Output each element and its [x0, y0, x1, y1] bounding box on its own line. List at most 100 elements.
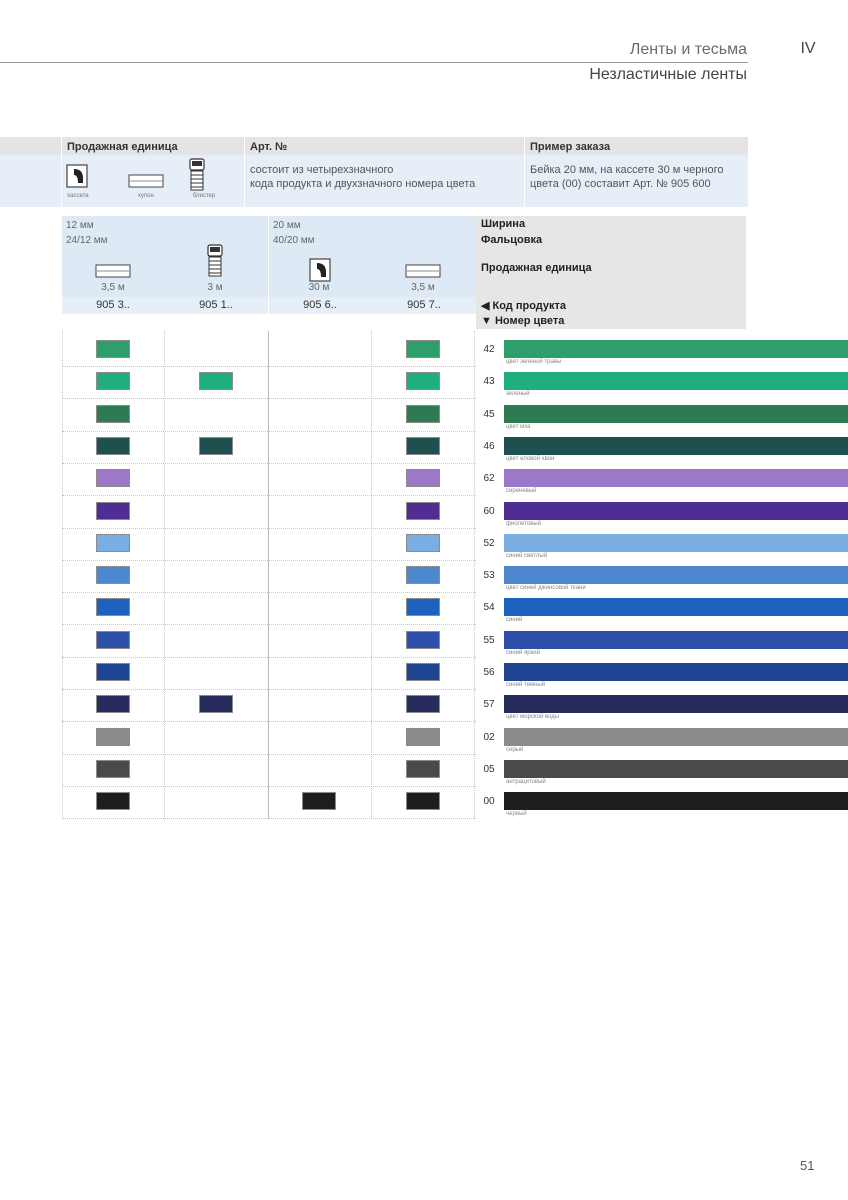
- row-separator: [62, 624, 476, 625]
- order-example-2: цвета (00) составит Арт. № 905 600: [530, 178, 711, 190]
- color-number: 43: [483, 376, 495, 387]
- color-swatch: [406, 631, 440, 649]
- color-swatch: [406, 663, 440, 681]
- color-bar: [504, 598, 848, 616]
- blister-icon: [188, 158, 206, 197]
- color-name: синий темный: [506, 682, 546, 688]
- color-swatch: [406, 566, 440, 584]
- grid-line: [474, 331, 475, 819]
- color-name: зеленый: [506, 391, 530, 397]
- color-swatch: [406, 695, 440, 713]
- length-label: 3,5 м: [101, 282, 125, 293]
- color-bar: [504, 695, 848, 713]
- color-bar: [504, 663, 848, 681]
- color-swatch: [96, 598, 130, 616]
- legend-color-number: ▼ Номер цвета: [481, 315, 565, 327]
- color-bar: [504, 760, 848, 778]
- width-20: 20 мм: [273, 220, 301, 231]
- cassette-icon: [66, 164, 88, 193]
- color-name: синий светлый: [506, 553, 548, 559]
- order-example-1: Бейка 20 мм, на кассете 30 м черного: [530, 164, 724, 176]
- blister-label: блистер: [192, 193, 216, 199]
- color-number: 62: [483, 473, 495, 484]
- art-description-1: состоит из четырехзначного: [250, 164, 394, 176]
- color-name: черный: [506, 811, 527, 817]
- row-separator: [62, 431, 476, 432]
- color-swatch: [406, 534, 440, 552]
- color-bar: [504, 372, 848, 390]
- color-name: сиреневый: [506, 488, 537, 494]
- row-separator: [62, 560, 476, 561]
- coupon-icon: [128, 174, 164, 193]
- row-separator: [62, 366, 476, 367]
- color-number: 02: [483, 732, 495, 743]
- fold-24-12: 24/12 мм: [66, 235, 108, 246]
- color-bar: [504, 502, 848, 520]
- length-label: 3 м: [207, 282, 223, 293]
- page-number: 51: [800, 1158, 815, 1173]
- color-swatch: [406, 792, 440, 810]
- color-swatch: [96, 372, 130, 390]
- color-number: 05: [483, 764, 495, 775]
- color-bar: [504, 534, 848, 552]
- color-swatch: [96, 695, 130, 713]
- color-swatch: [199, 695, 233, 713]
- product-code: 905 7..: [407, 299, 441, 311]
- color-bar: [504, 437, 848, 455]
- color-name: цвет морской воды: [506, 714, 560, 720]
- color-swatch: [96, 760, 130, 778]
- row-separator: [62, 495, 476, 496]
- row-separator: [62, 592, 476, 593]
- spec-divider: [268, 216, 269, 314]
- section-title: Ленты и тесьма: [629, 41, 747, 58]
- length-label: 3,5 м: [411, 282, 435, 293]
- color-number: 53: [483, 570, 495, 581]
- color-swatch: [406, 405, 440, 423]
- color-swatch: [96, 502, 130, 520]
- grid-line: [371, 331, 372, 819]
- legend-width: Ширина: [481, 218, 526, 230]
- color-swatch: [406, 437, 440, 455]
- color-bar: [504, 631, 848, 649]
- color-bar: [504, 792, 848, 810]
- page-subtitle: Незластичные ленты: [589, 66, 747, 83]
- color-swatch: [199, 437, 233, 455]
- color-name: синий яркий: [506, 650, 540, 656]
- grid-line: [164, 331, 165, 819]
- color-name: цвет зеленой травы: [506, 359, 562, 365]
- width-12: 12 мм: [66, 220, 94, 231]
- info-divider: [244, 137, 245, 207]
- info-divider: [524, 137, 525, 207]
- color-swatch: [96, 728, 130, 746]
- color-swatch: [96, 663, 130, 681]
- color-name: синий: [506, 617, 523, 623]
- color-swatch: [96, 566, 130, 584]
- color-swatch: [406, 598, 440, 616]
- grid-line: [62, 331, 63, 819]
- legend-product-code: ◀ Код продукта: [481, 300, 567, 312]
- color-name: серый: [506, 747, 524, 753]
- color-swatch: [302, 792, 336, 810]
- fold-40-20: 40/20 мм: [273, 235, 315, 246]
- legend-sales-unit: Продажная единица: [481, 262, 592, 274]
- color-number: 46: [483, 441, 495, 452]
- color-name: цвет еловой хвои: [506, 456, 555, 462]
- color-swatch: [406, 760, 440, 778]
- color-name: антрацитовый: [506, 779, 546, 785]
- color-bar: [504, 340, 848, 358]
- coupon-icon: [405, 264, 441, 283]
- product-code: 905 6..: [303, 299, 337, 311]
- row-separator: [62, 657, 476, 658]
- row-separator: [62, 398, 476, 399]
- color-number: 57: [483, 699, 495, 710]
- color-swatch: [96, 340, 130, 358]
- color-number: 42: [483, 344, 495, 355]
- cassette-label: кассета: [67, 193, 89, 199]
- color-bar: [504, 566, 848, 584]
- color-name: фиолетовый: [506, 521, 542, 527]
- chapter-number: IV: [800, 40, 816, 57]
- color-number: 54: [483, 602, 495, 613]
- length-label: 30 м: [308, 282, 330, 293]
- header-rule: [0, 62, 748, 63]
- row-separator: [62, 754, 476, 755]
